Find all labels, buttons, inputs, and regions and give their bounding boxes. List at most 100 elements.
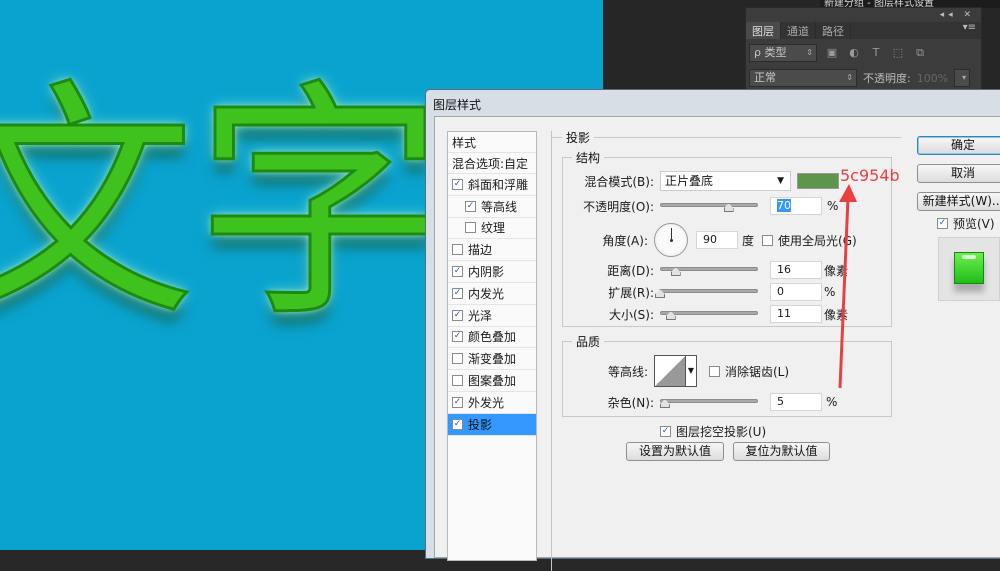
structure-title: 结构 bbox=[572, 149, 605, 166]
opacity-slider[interactable] bbox=[660, 200, 758, 212]
style-item-checkbox[interactable] bbox=[452, 309, 463, 321]
size-input[interactable]: 11 bbox=[770, 305, 822, 323]
style-item[interactable]: 投影 bbox=[448, 413, 536, 436]
angle-unit: 度 bbox=[742, 233, 755, 248]
style-item[interactable]: 描边 bbox=[448, 239, 536, 262]
adjustment-filter-icon[interactable]: ◐ bbox=[847, 46, 861, 60]
type-filter-icon[interactable]: T bbox=[869, 46, 883, 60]
global-light-checkbox[interactable] bbox=[762, 234, 774, 246]
new-style-button[interactable]: 新建样式(W)... bbox=[917, 192, 1000, 211]
dialog-body: 样式 混合选项:自定 斜面和浮雕等高线纹理描边内阴影内发光光泽颜色叠加渐变叠加图… bbox=[434, 116, 1000, 571]
distance-unit: 像素 bbox=[824, 263, 849, 278]
noise-unit: % bbox=[826, 395, 838, 409]
blend-mode-select[interactable]: 正片叠底 ▼ bbox=[660, 171, 791, 191]
tab-channels[interactable]: 通道 bbox=[781, 22, 816, 39]
distance-slider[interactable] bbox=[660, 264, 758, 276]
blending-options-item[interactable]: 混合选项:自定 bbox=[448, 153, 536, 174]
style-items-container: 斜面和浮雕等高线纹理描边内阴影内发光光泽颜色叠加渐变叠加图案叠加外发光投影 bbox=[448, 174, 536, 436]
contour-row: 等高线: ▼ 消除锯齿(L) bbox=[552, 355, 789, 387]
noise-input[interactable]: 5 bbox=[770, 393, 822, 411]
blend-mode-row: 混合模式(B): 正片叠底 ▼ bbox=[584, 171, 839, 191]
reset-default-button[interactable]: 复位为默认值 bbox=[733, 442, 830, 461]
style-item-checkbox[interactable] bbox=[452, 244, 463, 256]
distance-label: 距离(D): bbox=[607, 263, 654, 278]
style-item-checkbox[interactable] bbox=[452, 396, 463, 408]
style-item-checkbox[interactable] bbox=[452, 353, 463, 365]
style-item-label: 外发光 bbox=[468, 395, 505, 410]
styles-list-header[interactable]: 样式 bbox=[448, 132, 536, 153]
style-item[interactable]: 等高线 bbox=[448, 196, 536, 218]
layer-opacity-value[interactable]: 100% bbox=[917, 72, 948, 85]
style-item[interactable]: 颜色叠加 bbox=[448, 327, 536, 349]
tab-layers[interactable]: 图层 bbox=[746, 22, 781, 39]
style-item-checkbox[interactable] bbox=[465, 200, 476, 212]
anti-alias-label: 消除锯齿(L) bbox=[725, 364, 790, 379]
anti-alias-checkbox[interactable] bbox=[709, 365, 720, 377]
slider-track bbox=[660, 399, 758, 403]
style-item[interactable]: 内发光 bbox=[448, 283, 536, 305]
style-item-checkbox[interactable] bbox=[452, 287, 463, 299]
style-item-checkbox[interactable] bbox=[452, 178, 463, 190]
style-item-label: 光泽 bbox=[468, 308, 493, 323]
style-item-checkbox[interactable] bbox=[452, 375, 463, 387]
style-item-label: 斜面和浮雕 bbox=[468, 177, 529, 192]
angle-input[interactable]: 90 bbox=[696, 231, 738, 249]
style-item[interactable]: 纹理 bbox=[448, 218, 536, 240]
style-item-checkbox[interactable] bbox=[452, 331, 463, 343]
layer-blend-mode-select[interactable]: 正常 ⇕ bbox=[749, 69, 857, 87]
style-item[interactable]: 斜面和浮雕 bbox=[448, 174, 536, 196]
layer-blend-row: 正常 ⇕ 不透明度: 100% ▾ bbox=[749, 68, 978, 88]
distance-input[interactable]: 16 bbox=[770, 261, 822, 279]
style-item-checkbox[interactable] bbox=[452, 266, 463, 278]
preview-checkbox[interactable] bbox=[937, 218, 948, 229]
noise-slider[interactable] bbox=[659, 396, 758, 408]
angle-dial[interactable] bbox=[654, 223, 688, 257]
panel-menu-icon[interactable]: ▾≡ bbox=[963, 22, 981, 39]
layer-opacity-dropdown[interactable]: ▾ bbox=[954, 69, 971, 87]
size-slider[interactable] bbox=[660, 308, 758, 320]
style-item-checkbox[interactable] bbox=[465, 222, 476, 234]
tab-paths[interactable]: 路径 bbox=[816, 22, 851, 39]
style-item[interactable]: 图案叠加 bbox=[448, 370, 536, 392]
style-item[interactable]: 内阴影 bbox=[448, 261, 536, 283]
ok-button[interactable]: 确定 bbox=[917, 136, 1000, 155]
contour-dropdown-button[interactable]: ▼ bbox=[686, 355, 697, 387]
knockout-checkbox[interactable] bbox=[660, 426, 671, 437]
contour-label: 等高线: bbox=[607, 364, 648, 379]
opacity-input[interactable]: 70 bbox=[770, 197, 822, 215]
spread-slider[interactable] bbox=[655, 286, 758, 298]
style-item-checkbox[interactable] bbox=[452, 418, 463, 430]
filter-kind-select[interactable]: ρ 类型 ⇕ bbox=[749, 44, 817, 62]
style-item-label: 渐变叠加 bbox=[468, 352, 517, 367]
spread-unit: % bbox=[824, 285, 836, 299]
panel-collapse-close-icons[interactable]: ◂◂ ✕ bbox=[940, 10, 975, 20]
style-item[interactable]: 渐变叠加 bbox=[448, 348, 536, 371]
blend-mode-value: 正片叠底 bbox=[665, 174, 714, 188]
noise-value: 5 bbox=[777, 395, 784, 408]
style-item-label: 内阴影 bbox=[468, 265, 505, 280]
opacity-row: 不透明度(O): 70 % bbox=[552, 197, 838, 215]
style-item-label: 等高线 bbox=[481, 199, 518, 214]
style-item-label: 投影 bbox=[468, 417, 493, 432]
noise-label: 杂色(N): bbox=[607, 395, 654, 410]
spread-value: 0 bbox=[777, 285, 784, 298]
shape-filter-icon[interactable]: ⬚ bbox=[891, 46, 905, 60]
shadow-color-swatch[interactable] bbox=[797, 173, 839, 189]
style-item-label: 图案叠加 bbox=[468, 374, 517, 389]
pixel-filter-icon[interactable]: ▣ bbox=[825, 46, 839, 60]
spread-input[interactable]: 0 bbox=[770, 283, 822, 301]
drop-shadow-panel: 投影 结构 混合模式(B): 正片叠底 ▼ 不透明度(O): 70 % 角度(A… bbox=[551, 129, 901, 571]
style-item[interactable]: 外发光 bbox=[448, 392, 536, 414]
style-item[interactable]: 光泽 bbox=[448, 305, 536, 327]
make-default-button[interactable]: 设置为默认值 bbox=[626, 442, 724, 461]
canvas-text-char-1: 文 bbox=[0, 59, 197, 350]
smart-object-filter-icon[interactable]: ⧉ bbox=[913, 46, 927, 60]
style-item-label: 内发光 bbox=[468, 286, 505, 301]
canvas-text-char-2: 字 bbox=[194, 59, 447, 350]
dialog-title: 图层样式 bbox=[433, 98, 482, 112]
cancel-button[interactable]: 取消 bbox=[917, 164, 1000, 183]
layer-opacity-label: 不透明度: bbox=[863, 72, 911, 85]
contour-picker[interactable] bbox=[654, 355, 686, 387]
preview-row: 预览(V) bbox=[937, 215, 995, 232]
size-unit: 像素 bbox=[824, 307, 849, 322]
